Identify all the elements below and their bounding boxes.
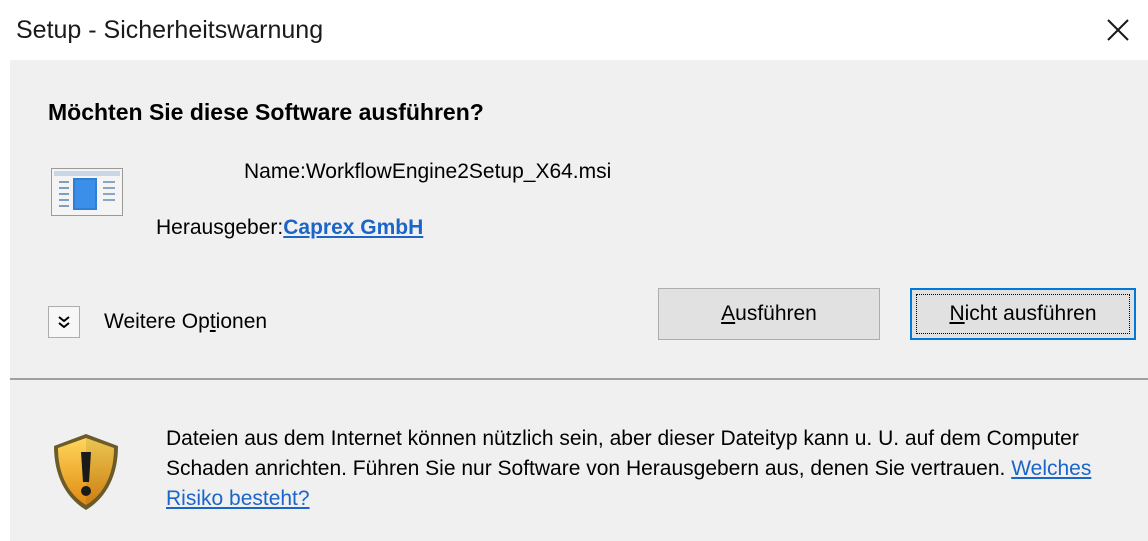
run-button[interactable]: Ausführen xyxy=(658,288,880,340)
file-name-label: Name: xyxy=(244,160,306,183)
more-options-label-part: ionen xyxy=(215,310,268,333)
run-button-accel-key: A xyxy=(721,302,736,325)
file-name-row: Name:WorkflowEngine2Setup_X64.msi xyxy=(244,158,611,186)
warning-message: Dateien aus dem Internet können nützlich… xyxy=(166,427,1079,480)
section-divider xyxy=(10,378,1148,380)
more-options-toggle[interactable]: Weitere Optionen xyxy=(48,304,267,340)
publisher-row: Herausgeber:Caprex GmbH xyxy=(156,214,423,242)
run-button-label-rest: usführen xyxy=(735,302,817,325)
dialog-content: Möchten Sie diese Software ausführen? Na… xyxy=(10,60,1148,541)
more-options-expand-button[interactable] xyxy=(48,306,80,338)
close-button[interactable] xyxy=(1084,0,1148,60)
chevron-double-down-icon xyxy=(58,316,70,329)
file-name-value: WorkflowEngine2Setup_X64.msi xyxy=(305,160,612,183)
dont-run-button-label-rest: icht ausführen xyxy=(964,302,1097,325)
installer-package-icon xyxy=(51,168,123,216)
warning-shield-icon xyxy=(54,434,118,510)
dont-run-button[interactable]: Nicht ausführen xyxy=(910,288,1136,340)
dont-run-button-label: Nicht ausführen xyxy=(949,302,1096,326)
window-title: Setup - Sicherheitswarnung xyxy=(16,16,324,44)
more-options-label: Weitere Optionen xyxy=(104,308,267,336)
run-button-label: Ausführen xyxy=(721,302,817,326)
title-bar: Setup - Sicherheitswarnung xyxy=(0,0,1148,60)
dialog-question: Möchten Sie diese Software ausführen? xyxy=(48,99,484,125)
more-options-label-part: Weitere Op xyxy=(104,310,210,333)
close-icon xyxy=(1107,19,1129,41)
publisher-label: Herausgeber: xyxy=(156,216,284,239)
publisher-link[interactable]: Caprex GmbH xyxy=(283,216,423,239)
security-warning-text: Dateien aus dem Internet können nützlich… xyxy=(166,424,1141,514)
dont-run-button-accel-key: N xyxy=(949,302,965,325)
